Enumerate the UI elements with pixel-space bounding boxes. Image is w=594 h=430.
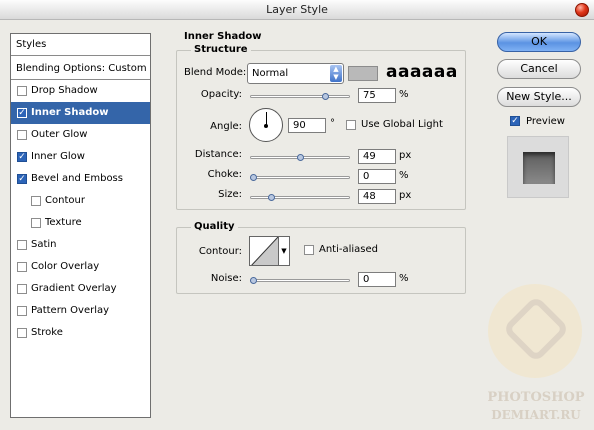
blend-mode-value: Normal bbox=[252, 68, 289, 79]
choke-unit: % bbox=[399, 170, 409, 181]
style-item-gradient-overlay[interactable]: Gradient Overlay bbox=[11, 278, 150, 300]
style-item-label: Gradient Overlay bbox=[31, 283, 117, 294]
style-item-label: Contour bbox=[45, 195, 85, 206]
choke-slider-thumb[interactable] bbox=[250, 174, 257, 181]
style-checkbox[interactable] bbox=[17, 306, 27, 316]
noise-label: Noise: bbox=[210, 273, 242, 284]
style-checkbox[interactable] bbox=[17, 130, 27, 140]
style-item-color-overlay[interactable]: Color Overlay bbox=[11, 256, 150, 278]
opacity-slider[interactable] bbox=[250, 95, 350, 98]
styles-list: Styles Blending Options: Custom Drop Sha… bbox=[10, 33, 151, 418]
style-item-pattern-overlay[interactable]: Pattern Overlay bbox=[11, 300, 150, 322]
style-item-label: Stroke bbox=[31, 327, 63, 338]
distance-unit: px bbox=[399, 150, 412, 161]
style-item-texture[interactable]: Texture bbox=[11, 212, 150, 234]
blending-options-item[interactable]: Blending Options: Custom bbox=[11, 58, 150, 80]
style-checkbox[interactable] bbox=[31, 218, 41, 228]
style-item-satin[interactable]: Satin bbox=[11, 234, 150, 256]
angle-dial-center bbox=[264, 124, 268, 128]
sample-text: aaaaaa bbox=[386, 62, 458, 82]
contour-picker[interactable] bbox=[249, 236, 279, 266]
style-item-outer-glow[interactable]: Outer Glow bbox=[11, 124, 150, 146]
style-item-drop-shadow[interactable]: Drop Shadow bbox=[11, 80, 150, 102]
style-item-label: Color Overlay bbox=[31, 261, 100, 272]
noise-field[interactable]: 0 bbox=[358, 272, 396, 287]
shadow-color-swatch[interactable] bbox=[348, 66, 378, 81]
distance-label: Distance: bbox=[194, 149, 242, 160]
size-field[interactable]: 48 bbox=[358, 189, 396, 204]
anti-aliased-checkbox[interactable] bbox=[304, 245, 314, 255]
cancel-button[interactable]: Cancel bbox=[497, 59, 581, 79]
style-checkbox[interactable] bbox=[17, 86, 27, 96]
style-item-label: Satin bbox=[31, 239, 57, 250]
contour-label: Contour: bbox=[198, 246, 242, 257]
choke-label: Choke: bbox=[207, 169, 242, 180]
opacity-unit: % bbox=[399, 89, 409, 100]
style-checkbox[interactable] bbox=[17, 262, 27, 272]
dropdown-arrows-icon: ▲ ▼ bbox=[330, 65, 342, 82]
style-checkbox[interactable]: ✓ bbox=[17, 152, 27, 162]
use-global-light-label: Use Global Light bbox=[361, 119, 443, 130]
watermark-line-2: DEMIART.RU bbox=[491, 408, 581, 422]
styles-header[interactable]: Styles bbox=[11, 34, 150, 56]
use-global-light-checkbox[interactable] bbox=[346, 120, 356, 130]
ok-button[interactable]: OK bbox=[497, 32, 581, 52]
contour-curve-icon bbox=[251, 237, 278, 265]
style-item-inner-glow[interactable]: ✓ Inner Glow bbox=[11, 146, 150, 168]
noise-slider-thumb[interactable] bbox=[250, 277, 257, 284]
preview-label: Preview bbox=[526, 116, 565, 127]
new-style-button[interactable]: New Style... bbox=[497, 87, 581, 107]
style-checkbox[interactable]: ✓ bbox=[17, 108, 27, 118]
style-item-label: Texture bbox=[45, 217, 82, 228]
style-item-inner-shadow[interactable]: ✓ Inner Shadow bbox=[11, 102, 150, 124]
title-bar: Layer Style bbox=[0, 0, 594, 20]
contour-dropdown-arrow-icon[interactable]: ▼ bbox=[279, 236, 290, 266]
style-checkbox[interactable] bbox=[17, 328, 27, 338]
preview-checkbox[interactable]: ✓ bbox=[510, 116, 520, 126]
angle-dial[interactable] bbox=[249, 108, 283, 142]
choke-field[interactable]: 0 bbox=[358, 169, 396, 184]
distance-slider-thumb[interactable] bbox=[297, 154, 305, 161]
opacity-label: Opacity: bbox=[200, 89, 242, 100]
style-item-contour[interactable]: Contour bbox=[11, 190, 150, 212]
style-preview bbox=[507, 136, 569, 198]
style-item-label: Inner Shadow bbox=[31, 107, 109, 118]
choke-slider[interactable] bbox=[250, 176, 350, 179]
style-checkbox[interactable] bbox=[17, 284, 27, 294]
quality-title: Quality bbox=[191, 221, 238, 232]
opacity-field[interactable]: 75 bbox=[358, 88, 396, 103]
style-checkbox[interactable] bbox=[17, 240, 27, 250]
style-item-stroke[interactable]: Stroke bbox=[11, 322, 150, 344]
blend-mode-label: Blend Mode: bbox=[184, 67, 247, 78]
size-slider[interactable] bbox=[250, 196, 350, 199]
structure-title: Structure bbox=[191, 44, 251, 55]
noise-slider[interactable] bbox=[250, 279, 350, 282]
watermark-line-1: PHOTOSHOP bbox=[487, 390, 585, 405]
style-item-label: Inner Glow bbox=[31, 151, 85, 162]
style-item-label: Bevel and Emboss bbox=[31, 173, 123, 184]
size-unit: px bbox=[399, 190, 412, 201]
angle-unit: ° bbox=[330, 118, 335, 129]
angle-field[interactable]: 90 bbox=[288, 118, 326, 133]
window-title: Layer Style bbox=[266, 3, 328, 16]
style-item-bevel-and-emboss[interactable]: ✓ Bevel and Emboss bbox=[11, 168, 150, 190]
style-item-label: Drop Shadow bbox=[31, 85, 98, 96]
size-label: Size: bbox=[218, 189, 242, 200]
angle-label: Angle: bbox=[210, 121, 242, 132]
opacity-slider-thumb[interactable] bbox=[322, 93, 329, 100]
style-checkbox[interactable] bbox=[31, 196, 41, 206]
preview-thumbnail bbox=[523, 152, 555, 184]
distance-field[interactable]: 49 bbox=[358, 149, 396, 164]
style-checkbox[interactable]: ✓ bbox=[17, 174, 27, 184]
style-item-label: Pattern Overlay bbox=[31, 305, 110, 316]
noise-unit: % bbox=[399, 273, 409, 284]
layer-style-dialog: Layer Style Styles Blending Options: Cus… bbox=[0, 0, 594, 430]
anti-aliased-label: Anti-aliased bbox=[319, 244, 379, 255]
style-item-label: Outer Glow bbox=[31, 129, 88, 140]
close-icon[interactable] bbox=[575, 3, 589, 17]
blend-mode-select[interactable]: Normal ▲ ▼ bbox=[247, 63, 344, 84]
inner-shadow-title: Inner Shadow bbox=[181, 31, 265, 42]
